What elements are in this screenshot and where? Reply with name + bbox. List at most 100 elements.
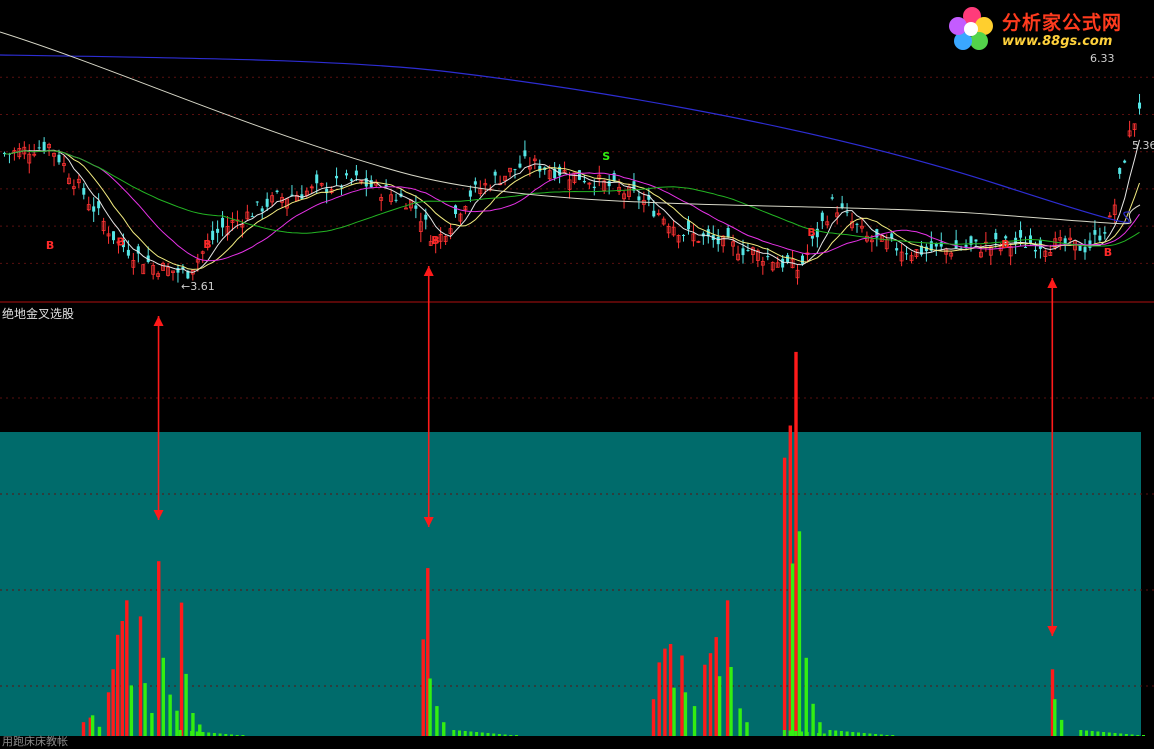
sell-signal-label: S: [602, 150, 610, 163]
indicator-bar: [1142, 735, 1145, 736]
indicator-bar: [184, 673, 188, 736]
indicator-bar: [218, 733, 222, 736]
indicator-bar: [1113, 733, 1117, 736]
indicator-bar: [486, 733, 490, 736]
indicator-bar: [663, 648, 667, 736]
candle-body: [781, 258, 785, 268]
candle-body: [686, 220, 690, 230]
indicator-bar: [657, 662, 661, 736]
candle-body: [513, 169, 517, 171]
price-low-value: 3.61: [190, 280, 215, 293]
candle-body: [473, 181, 477, 185]
candle-body: [37, 147, 41, 149]
price-low-label: ←3.61: [181, 280, 215, 293]
candle-body: [82, 188, 86, 195]
price-high-label: 6.33: [1090, 52, 1115, 65]
buy-signal-label: B: [46, 239, 54, 252]
indicator-bar: [851, 732, 855, 736]
candle-body: [454, 205, 458, 215]
candle-body: [414, 205, 418, 209]
indicator-bar: [1090, 731, 1094, 736]
indicator-bar: [421, 639, 425, 736]
indicator-bar: [1096, 731, 1100, 736]
indicator-bar: [143, 683, 147, 736]
indicator-bar: [811, 732, 815, 736]
buy-signal-label: B: [203, 238, 211, 251]
indicator-bar: [862, 733, 866, 736]
indicator-bar: [794, 731, 798, 736]
indicator-bar: [1102, 732, 1106, 736]
candle-body: [250, 216, 254, 218]
indicator-bar: [857, 732, 860, 736]
indicator-bar: [515, 735, 518, 736]
candle-body: [221, 217, 225, 228]
candle-body: [830, 197, 834, 199]
indicator-bar: [97, 726, 102, 736]
candle-body: [895, 248, 899, 251]
candle-body: [260, 208, 264, 212]
indicator-bar: [120, 621, 124, 736]
candle-body: [1098, 235, 1102, 241]
indicator-bar: [178, 730, 182, 736]
price-panel: B B B B B B B S: [0, 31, 1154, 285]
candle-body: [424, 214, 428, 220]
indicator-bar: [811, 703, 815, 736]
indicator-bar: [129, 685, 134, 736]
site-logo[interactable]: 分析家公式网 www.88gs.com: [946, 4, 1146, 54]
indicator-bar: [201, 732, 205, 736]
candle-body: [493, 171, 497, 176]
indicator-bar: [428, 678, 432, 736]
buy-signal-label: B: [431, 234, 439, 247]
indicator-bar: [497, 734, 501, 736]
candle-body: [766, 256, 770, 258]
candle-body: [42, 141, 46, 152]
indicator-bar: [463, 731, 467, 736]
candle-body: [211, 230, 215, 240]
indicator-bar: [1059, 719, 1064, 736]
candle-body: [855, 223, 859, 225]
indicator-bar: [207, 732, 211, 736]
indicator-bar: [1136, 735, 1140, 736]
indicator-bar: [874, 734, 878, 736]
indicator-bar: [800, 731, 803, 736]
candle-body: [974, 239, 978, 242]
annotation-arrow-head: [1047, 278, 1058, 288]
indicator-bar: [1130, 734, 1134, 736]
candle-body: [1118, 168, 1122, 174]
flower-icon: [949, 7, 993, 50]
indicator-bar: [725, 600, 730, 736]
indicator-bar: [692, 706, 697, 736]
indicator-bar: [1124, 734, 1128, 736]
candle-body: [800, 255, 804, 264]
candle-body: [518, 163, 522, 168]
indicator-bar: [794, 351, 798, 736]
candle-body: [57, 154, 61, 163]
candle-body: [1083, 247, 1087, 253]
indicator-bar: [157, 561, 161, 736]
indicator-bar: [790, 563, 795, 736]
indicator-bar: [805, 732, 809, 736]
indicator-bar: [1085, 730, 1088, 736]
indicator-bar: [224, 734, 228, 736]
indicator-bar: [161, 657, 165, 736]
indicator-bar: [879, 734, 883, 736]
stock-chart: B B B B B B B S: [0, 31, 1154, 736]
indicator-bar: [668, 644, 673, 736]
candle-body: [176, 267, 180, 273]
indicator-bar: [708, 653, 713, 736]
indicator-bar: [442, 722, 446, 736]
indicator-bar: [788, 730, 792, 736]
candle-body: [726, 227, 730, 238]
candle-body: [1093, 230, 1097, 235]
indicator-bar: [212, 733, 216, 736]
candle-body: [523, 150, 527, 157]
candle-body: [344, 173, 348, 176]
candle-body: [1078, 245, 1082, 251]
indicator-title: 绝地金叉选股: [2, 307, 75, 321]
indicator-bar: [828, 730, 832, 736]
indicator-bar: [90, 715, 95, 736]
candle-body: [612, 172, 616, 181]
candle-body: [255, 201, 259, 203]
candle-body: [112, 231, 116, 241]
price-last-label: 5.36: [1132, 139, 1154, 152]
